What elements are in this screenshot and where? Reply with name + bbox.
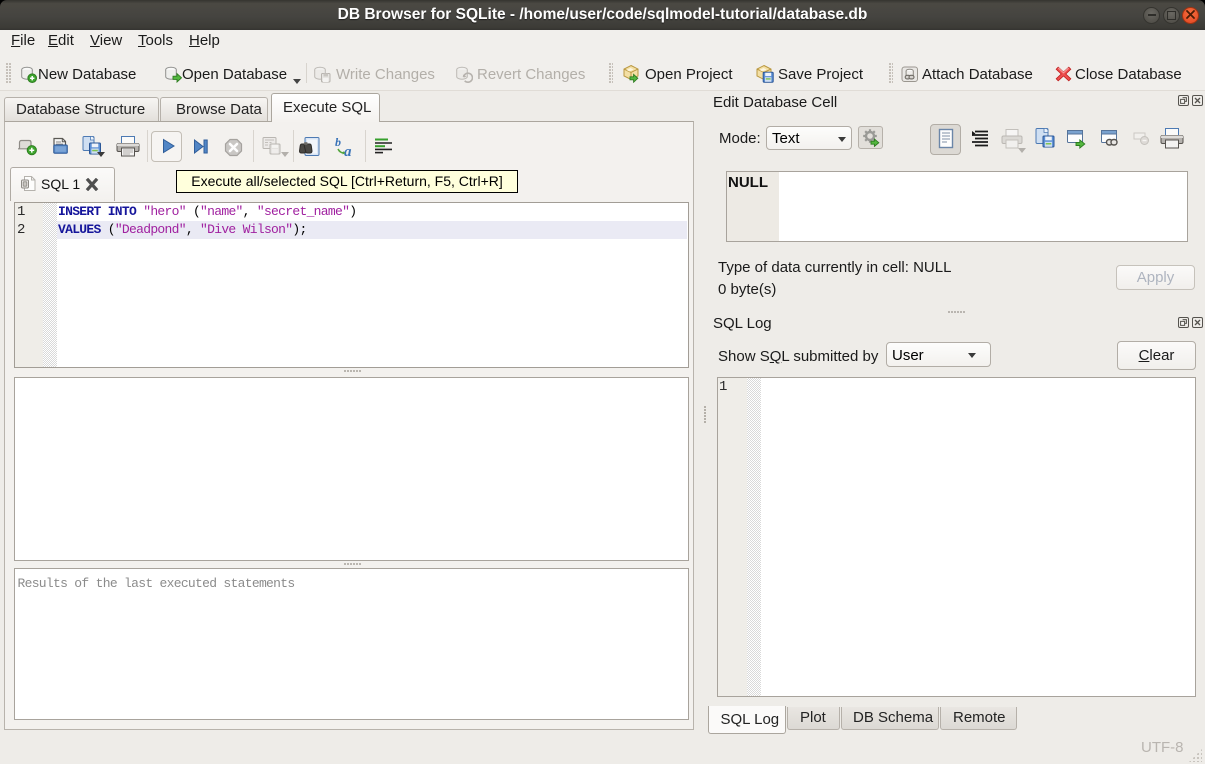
svg-text:b: b bbox=[335, 136, 341, 149]
svg-text:a: a bbox=[344, 144, 352, 158]
